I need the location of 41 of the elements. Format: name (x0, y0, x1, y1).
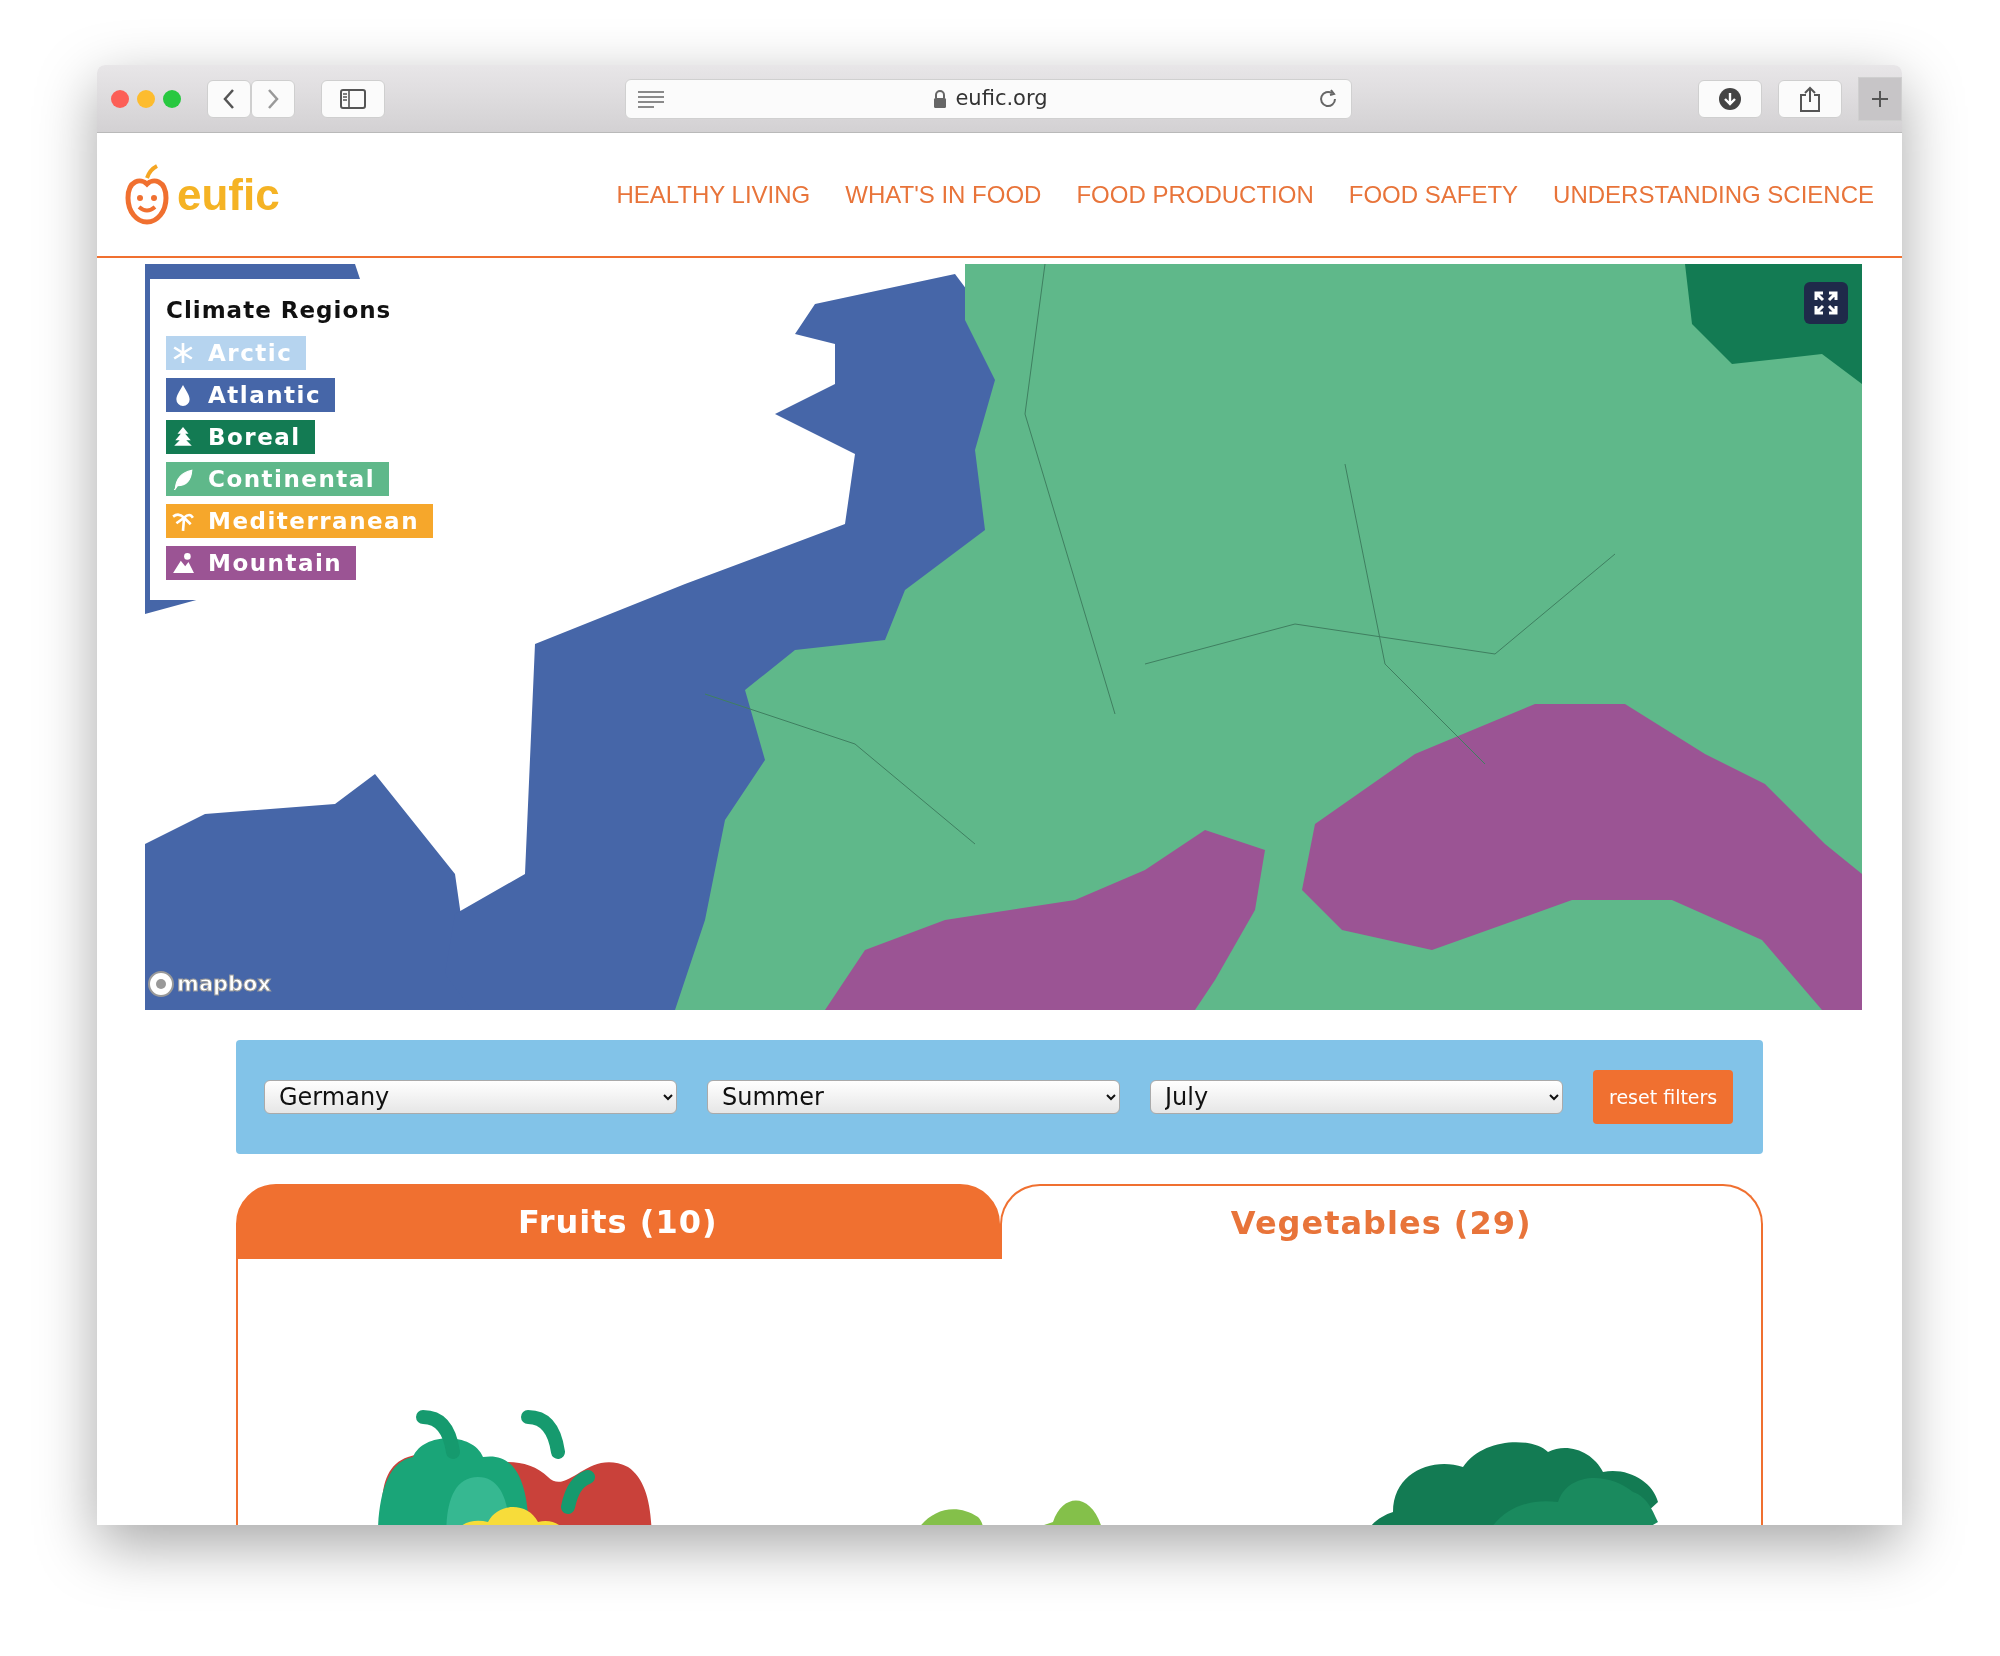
legend-item[interactable]: Atlantic (166, 377, 336, 412)
reader-icon[interactable] (638, 89, 664, 108)
download-button[interactable] (1698, 79, 1762, 118)
nav-link[interactable]: WHAT'S IN FOOD (845, 176, 1042, 213)
fullscreen-button[interactable] (1804, 282, 1848, 324)
leaf-icon (172, 467, 194, 490)
dropdown[interactable]: Summer (707, 1080, 1120, 1114)
new-tab-button[interactable] (1858, 76, 1902, 121)
sidebar-icon (340, 88, 366, 109)
tree-icon (172, 425, 194, 448)
legend-item[interactable]: Mediterranean (166, 503, 433, 538)
category-tab[interactable]: Fruits (10) (236, 1184, 1000, 1259)
mapbox-logo[interactable]: mapbox (177, 968, 272, 1000)
back-button[interactable] (207, 79, 251, 118)
plus-icon (1870, 88, 1890, 109)
mountain-icon (172, 551, 194, 574)
site-logo[interactable]: eufic (177, 161, 280, 228)
legend-item[interactable]: Continental (166, 461, 390, 496)
download-icon (1718, 86, 1742, 111)
snowflake-icon (172, 341, 194, 364)
reset-filters-button[interactable]: reset filters (1593, 1070, 1734, 1124)
lock-icon (933, 89, 948, 108)
share-button[interactable] (1778, 79, 1842, 118)
nav-link[interactable]: HEALTHY LIVING (616, 176, 811, 213)
legend-item[interactable]: Mountain (166, 545, 357, 580)
reload-icon[interactable] (1317, 87, 1339, 110)
category-tab[interactable]: Vegetables (29) (999, 1184, 1763, 1259)
climate-map-drawing[interactable] (145, 264, 1862, 1010)
nav-link[interactable]: UNDERSTANDING SCIENCE (1553, 176, 1874, 213)
dropdown[interactable]: Germany (264, 1080, 677, 1114)
address-bar[interactable]: eufic.org (625, 78, 1352, 119)
legend-title: Climate Regions (166, 296, 393, 325)
sidebar-button[interactable] (321, 79, 385, 118)
legend-item[interactable]: Boreal (166, 419, 315, 454)
nav-link[interactable]: FOOD SAFETY (1348, 176, 1519, 213)
nav-link[interactable]: FOOD PRODUCTION (1076, 176, 1314, 213)
url-text: eufic.org (955, 84, 1048, 112)
apple-face-icon (125, 163, 169, 226)
fullscreen-icon (1814, 291, 1838, 315)
share-icon (1799, 85, 1821, 112)
legend-item[interactable]: Arctic (166, 335, 307, 370)
